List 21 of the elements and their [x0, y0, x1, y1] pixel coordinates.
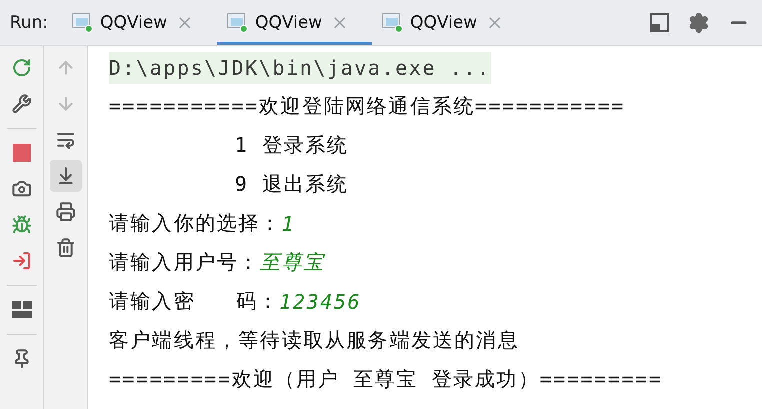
run-tab[interactable]: QQView — [62, 0, 218, 45]
scroll-to-end-icon[interactable] — [50, 160, 82, 192]
window-icon — [227, 12, 250, 32]
typed-input-text: 至尊宝 — [260, 249, 326, 276]
run-tab[interactable]: QQView — [217, 0, 372, 45]
typed-input-text: 1 — [282, 212, 296, 236]
console-output: 1 登录系统 — [235, 132, 349, 159]
console-output: 客户端线程，等待读取从服务端发送的消息 — [109, 327, 520, 354]
hide-panel-icon[interactable] — [650, 12, 670, 32]
console-output: =========欢迎（用户 至尊宝 登录成功）========= — [109, 366, 663, 393]
console-output: 9 退出系统 — [235, 171, 349, 198]
console-output: 请输入你的选择： — [109, 210, 282, 237]
run-tab[interactable]: QQView — [372, 0, 528, 45]
settings-icon[interactable] — [688, 12, 710, 34]
window-icon — [382, 12, 404, 32]
console-output: 请输入用户号： — [109, 249, 260, 276]
run-label: Run: — [9, 12, 50, 32]
console-output: 请输入密 码： — [109, 288, 280, 315]
typed-input-text: 123456 — [280, 290, 362, 314]
window-icon — [72, 12, 94, 32]
console-output: ===========欢迎登陆网络通信系统=========== — [109, 93, 626, 120]
